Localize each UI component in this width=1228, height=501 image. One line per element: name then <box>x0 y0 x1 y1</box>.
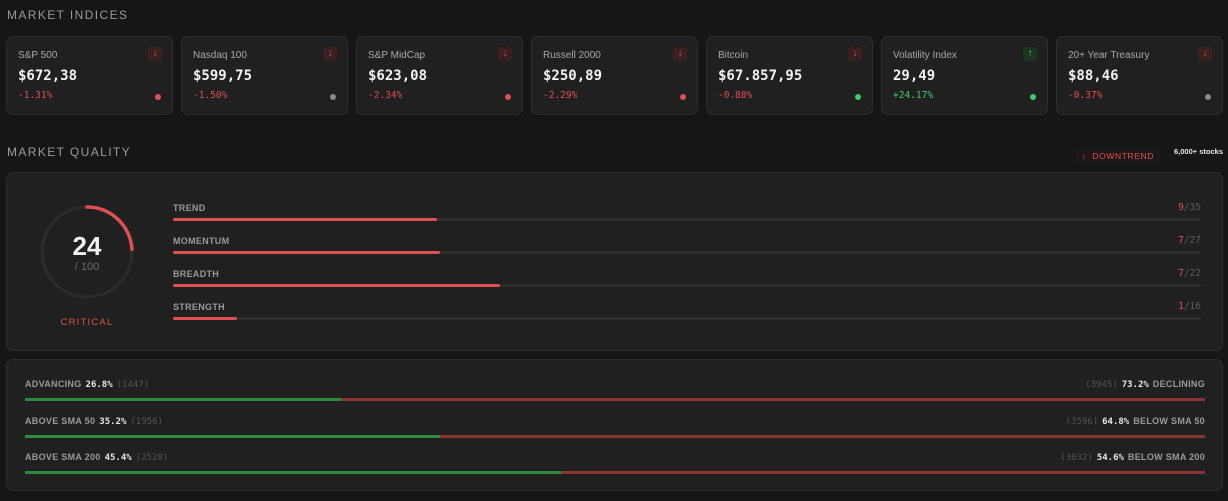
stocks-count: 6,000+ stocks <box>1174 147 1223 156</box>
index-name: Russell 2000 <box>543 50 601 61</box>
metric-track <box>173 218 1201 221</box>
index-change: -0.37% <box>1068 90 1103 101</box>
status-dot <box>155 94 161 100</box>
index-price: $88,46 <box>1068 68 1119 84</box>
index-name: Volatility Index <box>893 50 957 61</box>
metric-label: BREADTH <box>173 269 220 279</box>
breadth-bar-green <box>25 435 441 438</box>
index-card[interactable]: Volatility Index ↑ 29,49 +24.17% <box>881 36 1048 115</box>
index-card[interactable]: 20+ Year Treasury ↓ $88,46 -0.37% <box>1056 36 1223 115</box>
metric-momentum: MOMENTUM 7/27 <box>173 235 1201 256</box>
index-name: S&P 500 <box>18 50 58 61</box>
index-change: -2.34% <box>368 90 403 101</box>
metric-fill <box>173 284 501 287</box>
metric-value: 7/27 <box>1178 235 1201 246</box>
metric-track <box>173 317 1201 320</box>
arrow-down-icon: ↓ <box>673 47 687 61</box>
quality-status: CRITICAL <box>60 317 114 328</box>
quality-score-max: / 100 <box>74 261 100 273</box>
index-price: $250,89 <box>543 68 603 84</box>
market-quality-panel: 24 / 100 CRITICAL TREND 9/35 MOMENTUM 7/… <box>6 172 1223 351</box>
index-card[interactable]: Bitcoin ↓ $67.857,95 -0.88% <box>706 36 873 115</box>
index-change: -1.31% <box>18 90 53 101</box>
metric-breadth: BREADTH 7/22 <box>173 268 1201 289</box>
breadth-left: ADVANCING 26.8% (1447) <box>25 379 150 390</box>
arrow-down-icon: ↓ <box>848 47 862 61</box>
index-name: S&P MidCap <box>368 50 426 61</box>
quality-score: 24 <box>72 231 102 261</box>
breadth-row-sma200: ABOVE SMA 200 45.4% (2528) (3032) 54.6% BELO… <box>25 452 1205 476</box>
breadth-right: (3596) 64.8% BELOW SMA 50 <box>1065 416 1205 427</box>
metric-fill <box>173 218 438 221</box>
status-dot <box>1205 94 1211 100</box>
index-change: -0.88% <box>718 90 753 101</box>
index-price: $599,75 <box>193 68 253 84</box>
breadth-bar-red <box>560 471 1205 474</box>
breadth-right: (3032) 54.6% BELOW SMA 200 <box>1060 452 1205 463</box>
breadth-bar <box>25 435 1205 438</box>
breadth-bar <box>25 471 1205 474</box>
index-price: 29,49 <box>893 68 936 84</box>
index-change: +24.17% <box>893 90 934 101</box>
status-dot <box>1030 94 1036 100</box>
breadth-bar-red <box>341 398 1205 401</box>
status-dot <box>330 94 336 100</box>
arrow-down-icon: ↓ <box>498 47 512 61</box>
metric-track <box>173 284 1201 287</box>
metric-label: MOMENTUM <box>173 236 230 246</box>
index-name: Nasdaq 100 <box>193 50 247 61</box>
metric-value: 7/22 <box>1178 268 1201 279</box>
index-change: -2.29% <box>543 90 578 101</box>
index-card[interactable]: S&P 500 ↓ $672,38 -1.31% <box>6 36 173 115</box>
index-card[interactable]: S&P MidCap ↓ $623,08 -2.34% <box>356 36 523 115</box>
arrow-down-icon: ↓ <box>323 47 337 61</box>
arrow-down-icon: ↓ <box>1081 151 1093 161</box>
breadth-bar-red <box>440 435 1205 438</box>
arrow-down-icon: ↓ <box>1198 47 1212 61</box>
breadth-bar-green <box>25 471 561 474</box>
metric-trend: TREND 9/35 <box>173 202 1201 223</box>
market-quality-title: MARKET QUALITY <box>7 145 132 159</box>
metric-value: 1/16 <box>1178 301 1201 312</box>
index-price: $623,08 <box>368 68 428 84</box>
downtrend-badge: ↓ DOWNTREND <box>1075 148 1160 164</box>
breadth-row-sma50: ABOVE SMA 50 35.2% (1956) (3596) 64.8% BELOW… <box>25 416 1205 440</box>
metric-fill <box>173 317 238 320</box>
metric-label: STRENGTH <box>173 302 225 312</box>
metric-track <box>173 251 1201 254</box>
arrow-down-icon: ↓ <box>148 47 162 61</box>
metric-fill <box>173 251 440 254</box>
breadth-right: (3945) 73.2% DECLINING <box>1085 379 1205 390</box>
status-dot <box>505 94 511 100</box>
breadth-left: ABOVE SMA 200 45.4% (2528) <box>25 452 169 463</box>
metric-value: 9/35 <box>1178 202 1201 213</box>
breadth-panel: ADVANCING 26.8% (1447) (3945) 73.2% DECLININ… <box>6 359 1223 491</box>
status-dot <box>855 94 861 100</box>
index-cards: S&P 500 ↓ $672,38 -1.31% Nasdaq 100 ↓ $5… <box>6 36 1223 115</box>
breadth-row-advancing: ADVANCING 26.8% (1447) (3945) 73.2% DECLININ… <box>25 379 1205 403</box>
arrow-up-icon: ↑ <box>1023 47 1037 61</box>
index-name: 20+ Year Treasury <box>1068 50 1150 61</box>
breadth-left: ABOVE SMA 50 35.2% (1956) <box>25 416 163 427</box>
index-card[interactable]: Russell 2000 ↓ $250,89 -2.29% <box>531 36 698 115</box>
status-dot <box>680 94 686 100</box>
metric-label: TREND <box>173 203 206 213</box>
index-name: Bitcoin <box>718 50 749 61</box>
breadth-bar-green <box>25 398 342 401</box>
metric-strength: STRENGTH 1/16 <box>173 301 1201 322</box>
breadth-bar <box>25 398 1205 401</box>
index-change: -1.50% <box>193 90 228 101</box>
market-indices-title: MARKET INDICES <box>7 8 129 22</box>
index-price: $672,38 <box>18 68 78 84</box>
trend-tag-label: DOWNTREND <box>1092 151 1154 161</box>
index-price: $67.857,95 <box>718 68 803 84</box>
index-card[interactable]: Nasdaq 100 ↓ $599,75 -1.50% <box>181 36 348 115</box>
